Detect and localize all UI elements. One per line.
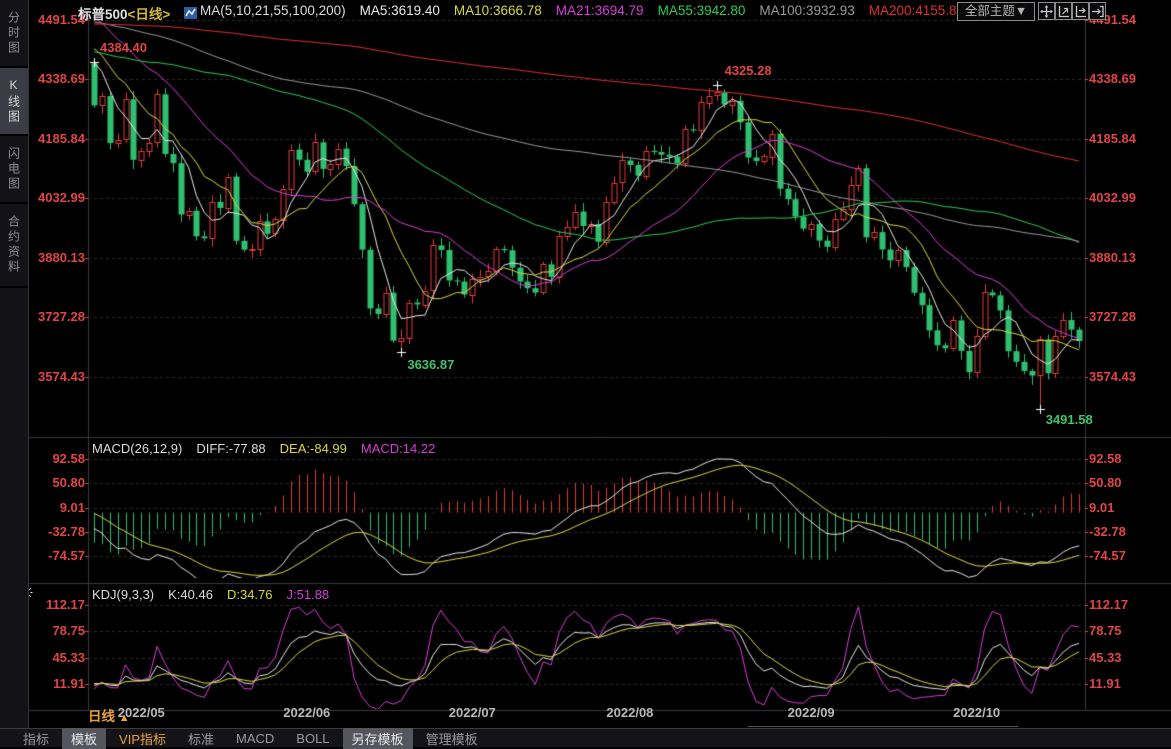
legend-item: D:34.76: [227, 587, 273, 602]
bottom-tab[interactable]: 另存模板: [343, 728, 413, 749]
y-tick-label: -74.57: [30, 549, 85, 563]
legend-item: J:51.88: [287, 587, 330, 602]
legend-item: MACD:14.22: [361, 441, 435, 456]
legend-item: MACD(26,12,9): [92, 441, 182, 456]
legend-item: MA10:3666.78: [454, 3, 542, 18]
crosshair-pan-icon[interactable]: [1038, 2, 1055, 20]
y-tick-label: 78.75: [1089, 624, 1159, 638]
y-tick-label: 50.80: [1089, 476, 1159, 490]
y-tick-label: 3880.13: [30, 251, 85, 265]
collapse-panel-icon[interactable]: [1089, 2, 1106, 20]
y-tick-label: 92.58: [30, 452, 85, 466]
y-tick-label: 9.01: [30, 501, 85, 515]
legend-item: MA100:3932.93: [759, 3, 854, 18]
left-sidebar: 分时图K线图闪电图合约资料: [0, 0, 29, 747]
zoom-y-axis-icon[interactable]: [1055, 2, 1072, 20]
y-tick-label: 92.58: [1089, 452, 1159, 466]
bottom-tab-bar: 指标模板VIP指标标准MACDBOLL 另存模板管理模板: [0, 728, 1171, 747]
sidebar-item[interactable]: 合约资料: [0, 204, 28, 288]
y-tick-label: 4032.99: [1089, 191, 1159, 205]
month-label: 2022/09: [776, 706, 846, 720]
bottom-tab[interactable]: MACD: [227, 730, 283, 747]
kdj-legend: KDJ(9,3,3) K:40.46 D:34.76 J:51.88: [92, 587, 329, 602]
y-tick-label: 4185.84: [30, 132, 85, 146]
legend-item: DIFF:-77.88: [196, 441, 265, 456]
y-tick-label: 50.80: [30, 476, 85, 490]
theme-select-button[interactable]: 全部主题▼: [957, 2, 1035, 21]
y-tick-label: 3574.43: [30, 370, 85, 384]
legend-item: K:40.46: [168, 587, 213, 602]
y-tick-label: 11.91: [30, 677, 85, 691]
y-tick-label: 45.33: [30, 651, 85, 665]
symbol-title: 标普500<日线>: [78, 3, 170, 23]
y-tick-label: 112.17: [30, 598, 85, 612]
kline-app-window: 标普500<日线> MA(5,10,21,55,100,200) MA5:3619…: [0, 0, 1171, 747]
bottom-tab[interactable]: 标准: [179, 728, 223, 749]
y-tick-label: 78.75: [30, 624, 85, 638]
price-annotation: 4384.40: [100, 41, 147, 55]
y-tick-label: -74.57: [1089, 549, 1159, 563]
zoom-x-axis-icon[interactable]: [1072, 2, 1089, 20]
legend-item: DEA:-84.99: [280, 441, 347, 456]
macd-legend: MACD(26,12,9) DIFF:-77.88 DEA:-84.99 MACD:1…: [92, 441, 435, 456]
y-tick-label: 4185.84: [1089, 132, 1159, 146]
sidebar-item[interactable]: 闪电图: [0, 136, 28, 204]
y-tick-label: 11.91: [1089, 677, 1159, 691]
y-tick-label: 4338.69: [30, 72, 85, 86]
bottom-tab[interactable]: VIP指标: [110, 728, 175, 749]
period-label[interactable]: 日线 ▲: [88, 705, 130, 725]
y-tick-label: 4491.54: [30, 13, 85, 27]
y-tick-label: -32.78: [30, 525, 85, 539]
y-tick-label: 3880.13: [1089, 251, 1159, 265]
period-tag: <日线>: [128, 7, 171, 22]
bottom-tab[interactable]: BOLL: [287, 730, 338, 747]
bottom-tab[interactable]: 模板: [62, 728, 106, 749]
month-label: 2022/07: [437, 706, 507, 720]
y-tick-label: 112.17: [1089, 598, 1159, 612]
bottom-tab[interactable]: 管理模板: [417, 728, 487, 749]
legend-item: KDJ(9,3,3): [92, 587, 154, 602]
y-tick-label: 3727.28: [1089, 310, 1159, 324]
chevron-up-icon: ▲: [119, 712, 130, 724]
ma-legend: MA(5,10,21,55,100,200) MA5:3619.40 MA10:36…: [200, 3, 964, 18]
price-annotation: 3636.87: [407, 358, 454, 372]
price-annotation: 4325.28: [725, 64, 772, 78]
month-label: 2022/08: [595, 706, 665, 720]
y-tick-label: -32.78: [1089, 525, 1159, 539]
legend-item: MA55:3942.80: [658, 3, 746, 18]
legend-item: MA200:4155.82: [869, 3, 964, 18]
main-legend: 标普500<日线>: [78, 3, 198, 23]
y-tick-label: 4032.99: [30, 191, 85, 205]
y-tick-label: 3574.43: [1089, 370, 1159, 384]
month-label: 2022/06: [272, 706, 342, 720]
price-annotation: 3491.58: [1046, 413, 1093, 427]
sidebar-item[interactable]: 分时图: [0, 0, 28, 68]
y-tick-label: 9.01: [1089, 501, 1159, 515]
legend-item: MA5:3619.40: [360, 3, 440, 18]
chart-logo-icon: [184, 6, 198, 20]
y-tick-label: 45.33: [1089, 651, 1159, 665]
month-label: 2022/10: [942, 706, 1012, 720]
y-tick-label: 4338.69: [1089, 72, 1159, 86]
sidebar-item[interactable]: K线图: [0, 68, 28, 136]
legend-item: MA21:3694.79: [556, 3, 644, 18]
legend-item: MA(5,10,21,55,100,200): [200, 3, 346, 18]
y-tick-label: 3727.28: [30, 310, 85, 324]
bottom-tab[interactable]: 指标: [14, 728, 58, 749]
chart-overlay: 标普500<日线> MA(5,10,21,55,100,200) MA5:3619…: [0, 0, 1171, 747]
scrollbar-thumb[interactable]: [748, 726, 1018, 727]
